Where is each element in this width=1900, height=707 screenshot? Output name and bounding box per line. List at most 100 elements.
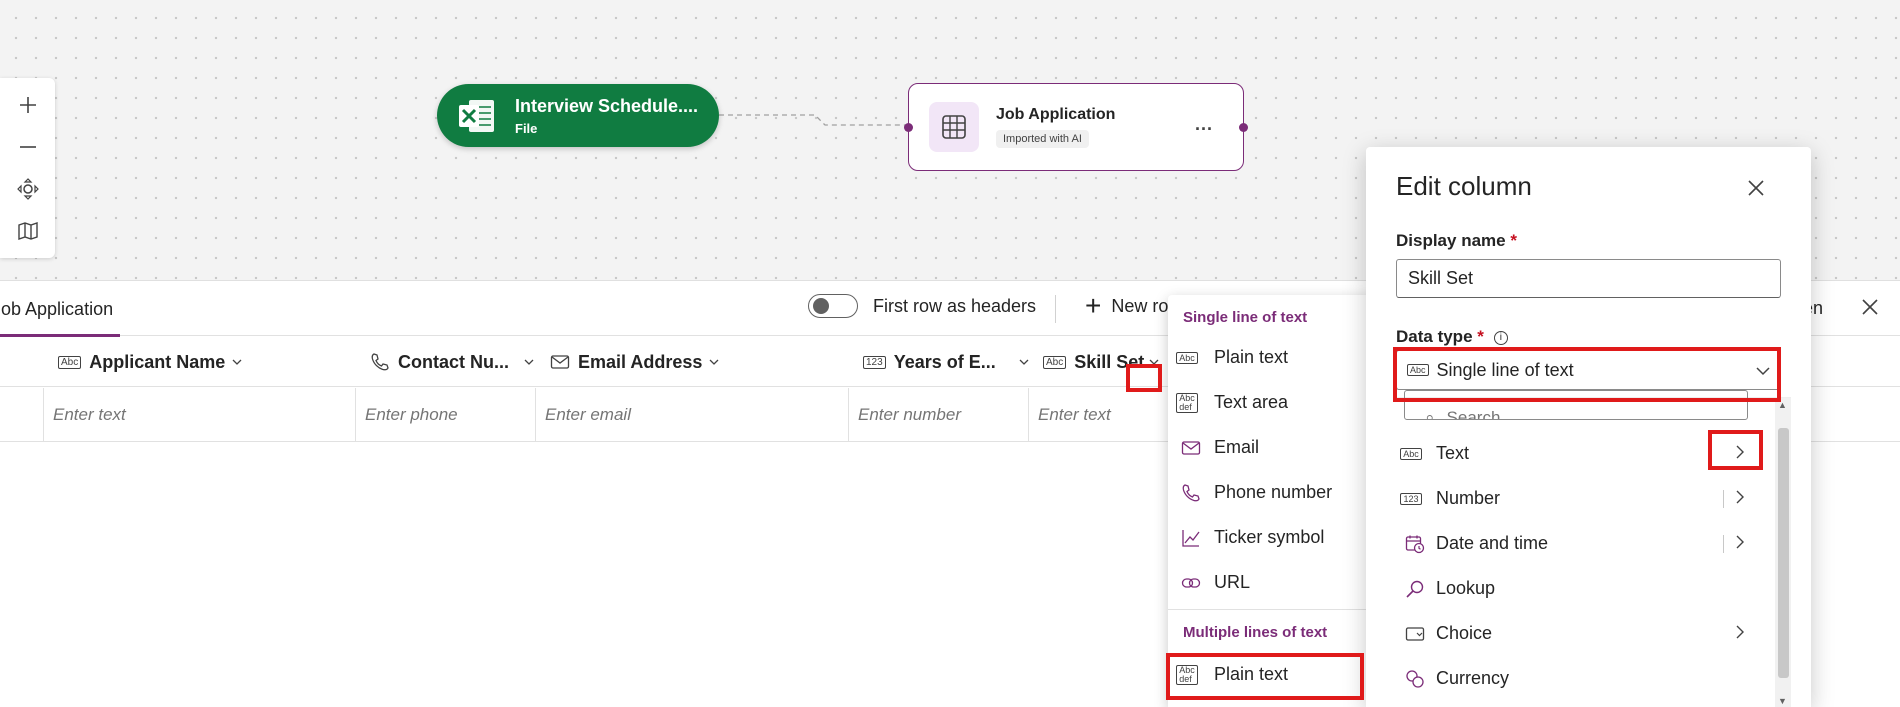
first-row-headers-toggle[interactable]: [808, 294, 858, 318]
new-row-button[interactable]: + New ro: [1085, 290, 1169, 321]
option-label: Date and time: [1436, 533, 1549, 553]
menu-item-label: Email: [1214, 437, 1260, 457]
scroll-down-icon[interactable]: ▼: [1778, 696, 1787, 706]
excel-icon: [459, 99, 494, 132]
cell-email-address[interactable]: Enter email: [535, 388, 848, 442]
display-name-label: Display name *: [1396, 231, 1517, 250]
chevron-down-icon[interactable]: [1148, 356, 1160, 368]
more-options-button[interactable]: ...: [1195, 114, 1213, 135]
search-placeholder: Search: [1446, 408, 1501, 420]
scroll-up-icon[interactable]: ▲: [1778, 400, 1787, 410]
option-currency[interactable]: Currency: [1396, 656, 1761, 701]
tab-label: Job Application: [0, 299, 114, 319]
chevron-down-icon: [232, 359, 242, 365]
first-row-headers-control: First row as headers: [808, 294, 1036, 318]
menu-item-label: Ticker symbol: [1214, 527, 1325, 547]
menu-item-label: Plain text: [1214, 347, 1289, 367]
column-label: Email Address: [578, 351, 703, 372]
close-icon[interactable]: [1858, 295, 1882, 319]
edit-column-panel: Edit column Display name * Skill Set Dat…: [1366, 147, 1811, 707]
chevron-right-icon[interactable]: [1731, 533, 1749, 551]
menu-item-ticker-symbol[interactable]: Ticker symbol: [1168, 515, 1396, 560]
option-label: Text: [1436, 443, 1470, 463]
cell-applicant-name[interactable]: Enter text: [43, 388, 355, 442]
menu-item-label: Text area: [1214, 392, 1289, 412]
option-text[interactable]: Abc Text: [1396, 431, 1761, 476]
search-input[interactable]: ⌕ Search: [1404, 390, 1748, 420]
option-choice[interactable]: Choice: [1396, 611, 1761, 656]
menu-item-email[interactable]: Email: [1168, 425, 1396, 470]
option-lookup[interactable]: Lookup: [1396, 566, 1761, 611]
input-port[interactable]: [904, 123, 913, 132]
display-name-input[interactable]: Skill Set: [1396, 259, 1781, 298]
cell-contact-number[interactable]: Enter phone: [355, 388, 535, 442]
link-icon: [1181, 577, 1201, 588]
menu-divider: [1168, 609, 1396, 610]
abc-def-icon: Abc def: [1176, 664, 1198, 685]
options-scrollbar[interactable]: ▲ ▼: [1775, 398, 1791, 707]
fit-view-icon: [16, 178, 39, 200]
cell-years-of-experience[interactable]: Enter number: [848, 388, 1028, 442]
zoom-in-button[interactable]: [10, 87, 46, 123]
new-row-label: New ro: [1111, 295, 1169, 316]
chevron-right-icon[interactable]: [1731, 623, 1749, 641]
phone-icon: [1182, 483, 1200, 501]
option-label: Currency: [1436, 668, 1510, 688]
minus-icon: [19, 146, 36, 148]
menu-item-label: Phone number: [1214, 482, 1333, 502]
info-icon[interactable]: i: [1493, 331, 1508, 345]
data-type-dropdown[interactable]: Abc Single line of text: [1396, 350, 1781, 390]
menu-item-label: Plain text: [1214, 664, 1289, 684]
chevron-down-icon: [1756, 367, 1770, 376]
column-header-email-address[interactable]: Email Address: [550, 337, 720, 387]
panel-title: Edit column: [1396, 171, 1532, 201]
column-label: Contact Nu...: [398, 351, 509, 372]
menu-item-url[interactable]: URL: [1168, 560, 1396, 605]
column-header-contact-number[interactable]: Contact Nu...: [370, 337, 535, 387]
column-header-skill-set[interactable]: Abc Skill Set: [1043, 337, 1160, 387]
menu-item-text-area[interactable]: Abc def Text area: [1168, 380, 1396, 425]
number-icon: 123: [863, 355, 886, 369]
column-label: Applicant Name: [89, 351, 226, 372]
chevron-down-icon: [1019, 359, 1029, 365]
abc-def-icon: Abc def: [1176, 392, 1198, 413]
menu-item-plain-text[interactable]: Abc Plain text: [1168, 335, 1396, 380]
table-node-title: Job Application: [996, 106, 1116, 123]
option-number[interactable]: 123 Number: [1396, 476, 1761, 521]
fit-view-button[interactable]: [10, 171, 46, 207]
menu-item-multiline-plain-text[interactable]: Abc def Plain text: [1168, 652, 1396, 697]
cell-skill-set[interactable]: Enter text: [1028, 388, 1168, 442]
option-date-and-time[interactable]: Date and time: [1396, 521, 1761, 566]
calendar-clock-icon: [1405, 535, 1425, 553]
currency-icon: [1406, 669, 1424, 688]
output-port[interactable]: [1239, 123, 1248, 132]
text-subtype-menu: Single line of text Abc Plain text Abc de…: [1168, 295, 1396, 707]
phone-icon: [371, 353, 389, 371]
abc-icon: Abc: [1043, 355, 1067, 369]
table-node[interactable]: Job Application Imported with AI ...: [904, 83, 1248, 171]
column-header-years-of-experience[interactable]: 123 Years of E...: [863, 337, 1030, 387]
toggle-label: First row as headers: [873, 295, 1037, 316]
tab-job-application[interactable]: Job Application: [0, 281, 120, 337]
abc-icon: Abc: [1176, 351, 1198, 364]
scroll-thumb[interactable]: [1778, 428, 1789, 678]
column-header-applicant-name[interactable]: Abc Applicant Name: [58, 337, 243, 387]
abc-icon: Abc: [58, 355, 82, 369]
zoom-out-button[interactable]: [10, 129, 46, 165]
close-icon[interactable]: [1745, 177, 1767, 199]
plus-icon: +: [1085, 290, 1102, 321]
mail-icon: [1181, 440, 1201, 455]
chevron-right-icon[interactable]: [1731, 443, 1749, 461]
number-icon: 123: [1400, 492, 1422, 505]
imported-badge: Imported with AI: [996, 130, 1089, 148]
minimap-button[interactable]: [10, 213, 46, 249]
table-icon: [942, 115, 966, 139]
plus-icon: [19, 97, 36, 113]
menu-item-phone-number[interactable]: Phone number: [1168, 470, 1396, 515]
menu-group-single-line: Single line of text: [1183, 309, 1308, 326]
data-type-options-list: ⌕ Search Abc Text 123 Number Date and ti…: [1396, 390, 1791, 707]
data-type-value: Single line of text: [1436, 359, 1574, 380]
menu-item-label: URL: [1214, 572, 1251, 592]
excel-file-node[interactable]: Interview Schedule.... File: [437, 84, 719, 147]
chevron-right-icon[interactable]: [1731, 488, 1749, 506]
